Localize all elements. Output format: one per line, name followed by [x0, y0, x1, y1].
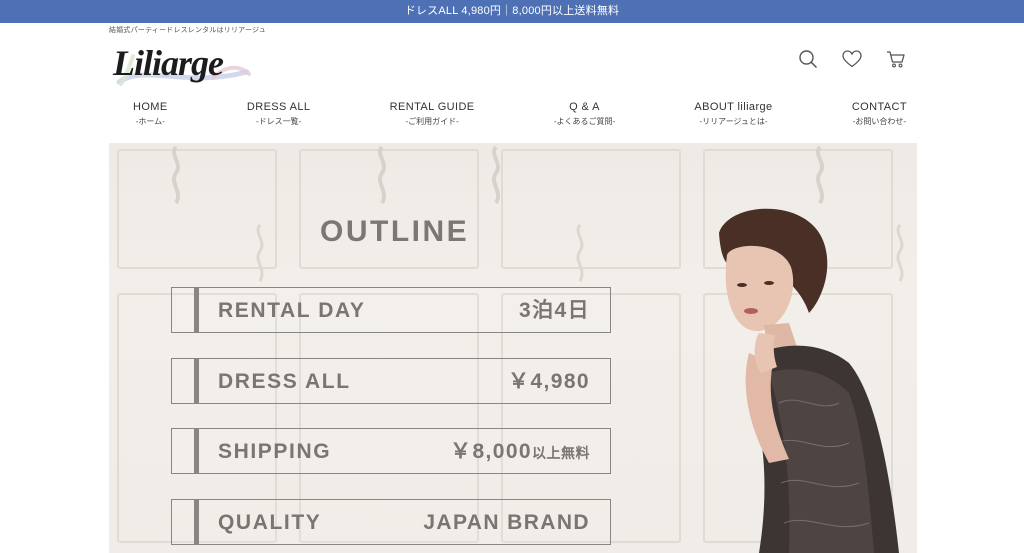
site-tagline: 結婚式パーティードレスレンタルはリリアージュ — [109, 27, 266, 34]
nav-label: HOME — [133, 101, 168, 113]
logo-text: Liliarge — [113, 43, 224, 83]
ornament-icon — [256, 224, 264, 282]
site-logo[interactable]: Liliarge — [113, 40, 253, 90]
outline-row-quality: QUALITY JAPAN BRAND — [171, 499, 611, 545]
ornament-icon — [378, 145, 386, 205]
nav-sublabel: -リリアージュとは- — [699, 117, 768, 126]
nav-label: ABOUT liliarge — [694, 101, 773, 113]
row-value: ￥4,980 — [508, 370, 590, 393]
nav-sublabel: -よくあるご質問- — [553, 117, 616, 126]
row-accent-bar — [194, 359, 199, 403]
nav-item-rental-guide[interactable]: RENTAL GUIDE -ご利用ガイド- — [390, 101, 475, 127]
nav-label: CONTACT — [851, 101, 907, 113]
nav-item-about[interactable]: ABOUT liliarge -リリアージュとは- — [694, 101, 772, 127]
main-nav: HOME -ホーム- DRESS ALL -ドレス一覧- RENTAL GUID… — [109, 101, 917, 127]
announcement-bar: ドレスALL 4,980円｜8,000円以上送料無料 — [0, 0, 1024, 23]
hero-banner[interactable]: OUTLINE RENTAL DAY 3泊4日 DRESS ALL ￥4,980… — [109, 143, 917, 553]
row-value: ￥8,000以上無料 — [450, 440, 590, 463]
hero-title: OUTLINE — [320, 215, 470, 248]
nav-item-contact[interactable]: CONTACT -お問い合わせ- — [852, 101, 907, 127]
row-accent-bar — [194, 500, 199, 544]
row-accent-bar — [194, 429, 199, 473]
outline-row-dress-all: DRESS ALL ￥4,980 — [171, 358, 611, 404]
nav-label: Q & A — [569, 101, 600, 113]
model-photo — [719, 208, 899, 553]
nav-sublabel: -ホーム- — [135, 117, 165, 126]
nav-sublabel: -お問い合わせ- — [852, 117, 907, 126]
nav-label: RENTAL GUIDE — [389, 101, 475, 113]
heart-icon[interactable] — [842, 48, 862, 70]
outline-row-rental-day: RENTAL DAY 3泊4日 — [171, 287, 611, 333]
outline-row-shipping: SHIPPING ￥8,000以上無料 — [171, 428, 611, 474]
nav-item-dress-all[interactable]: DRESS ALL -ドレス一覧- — [247, 101, 311, 127]
row-value: JAPAN BRAND — [423, 511, 590, 534]
row-label: DRESS ALL — [218, 370, 351, 393]
row-accent-bar — [194, 288, 199, 332]
nav-item-qa[interactable]: Q & A -よくあるご質問- — [554, 101, 615, 127]
cart-icon[interactable] — [886, 48, 906, 70]
search-icon[interactable] — [798, 48, 818, 70]
ornament-icon — [172, 145, 180, 205]
row-label: SHIPPING — [218, 440, 332, 463]
ornament-icon — [492, 145, 500, 205]
row-label: RENTAL DAY — [218, 299, 366, 322]
header-icons — [798, 48, 906, 70]
ornament-icon — [576, 224, 584, 282]
nav-sublabel: -ご利用ガイド- — [405, 117, 459, 126]
ornament-icon — [816, 145, 824, 205]
nav-sublabel: -ドレス一覧- — [255, 117, 302, 126]
row-label: QUALITY — [218, 511, 322, 534]
row-value: 3泊4日 — [519, 299, 590, 322]
nav-item-home[interactable]: HOME -ホーム- — [133, 101, 168, 127]
nav-label: DRESS ALL — [246, 101, 311, 113]
